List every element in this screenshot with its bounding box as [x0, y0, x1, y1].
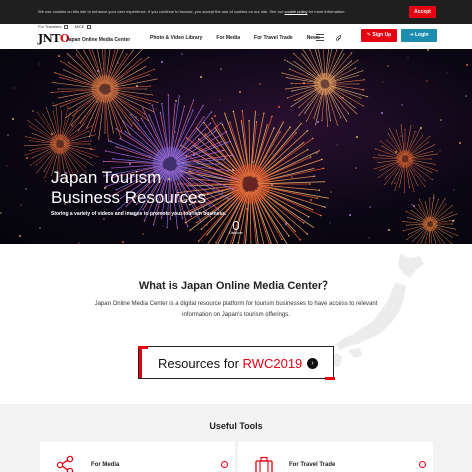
top-link-mice[interactable]: MICE: [75, 24, 91, 30]
cookie-text-end: for more information.: [307, 9, 346, 14]
cookie-banner: We use cookies on this site to enhance y…: [0, 0, 472, 24]
top-links: For Travelers MICE: [38, 24, 91, 30]
rwc-button-label: Resources for RWC2019: [158, 356, 303, 371]
login-button[interactable]: ➜ Login: [401, 29, 437, 42]
hamburger-menu-icon[interactable]: [316, 34, 324, 41]
site-header: For Travelers MICE JNTO Japan Online Med…: [0, 24, 472, 49]
chevron-right-icon: ›: [221, 461, 228, 468]
cookie-message: We use cookies on this site to enhance y…: [38, 9, 345, 14]
accent-corner: [324, 376, 335, 380]
scroll-indicator[interactable]: Discover: [229, 221, 243, 235]
suitcase-icon: [255, 456, 273, 472]
about-title: What is Japan Online Media Center？: [138, 280, 334, 292]
chevron-right-icon: ›: [419, 461, 426, 468]
hero-subtitle: Storing a variety of videos and images t…: [51, 211, 227, 217]
rwc2019-resources-button[interactable]: Resources for RWC2019 ›: [137, 345, 335, 380]
paperclip-icon[interactable]: [334, 34, 342, 42]
useful-tools-title: Useful Tools: [209, 421, 263, 431]
nav-for-travel-trade[interactable]: For Travel Trade: [254, 35, 293, 41]
cookie-policy-link[interactable]: cookie policy: [285, 9, 308, 14]
tool-label: For Media: [91, 462, 120, 468]
cookie-text: We use cookies on this site to enhance y…: [38, 9, 285, 14]
hero-banner: Japan Tourism Business Resources Storing…: [0, 49, 472, 244]
tool-card-for-travel-trade[interactable]: For Travel Trade ›: [238, 442, 433, 472]
sign-up-button[interactable]: ✎ Sign Up: [361, 29, 397, 42]
accept-cookies-button[interactable]: Accept: [409, 6, 436, 18]
external-link-icon: [86, 24, 91, 29]
hero-title: Japan Tourism Business Resources: [51, 168, 206, 207]
mouse-scroll-icon: [233, 221, 239, 230]
useful-tools-section: Useful Tools For Media › For Travel Trad…: [0, 404, 472, 472]
accent-corner: [137, 345, 148, 349]
tool-label: For Travel Trade: [289, 462, 336, 468]
site-name[interactable]: Japan Online Media Center: [66, 37, 130, 43]
tool-card-for-media[interactable]: For Media ›: [40, 442, 235, 472]
main-nav: Photo & Video Library For Media For Trav…: [150, 35, 334, 41]
share-network-icon: [56, 455, 74, 472]
external-link-icon: [63, 24, 68, 29]
nav-photo-video-library[interactable]: Photo & Video Library: [150, 35, 202, 41]
jnto-logo[interactable]: JNTO: [38, 33, 70, 45]
about-section: What is Japan Online Media Center？ Japan…: [0, 244, 472, 404]
top-link-travelers[interactable]: For Travelers: [38, 24, 68, 30]
about-description: Japan Online Media Center is a digital r…: [94, 301, 378, 318]
chevron-right-icon: ›: [307, 358, 318, 369]
nav-for-media[interactable]: For Media: [216, 35, 240, 41]
